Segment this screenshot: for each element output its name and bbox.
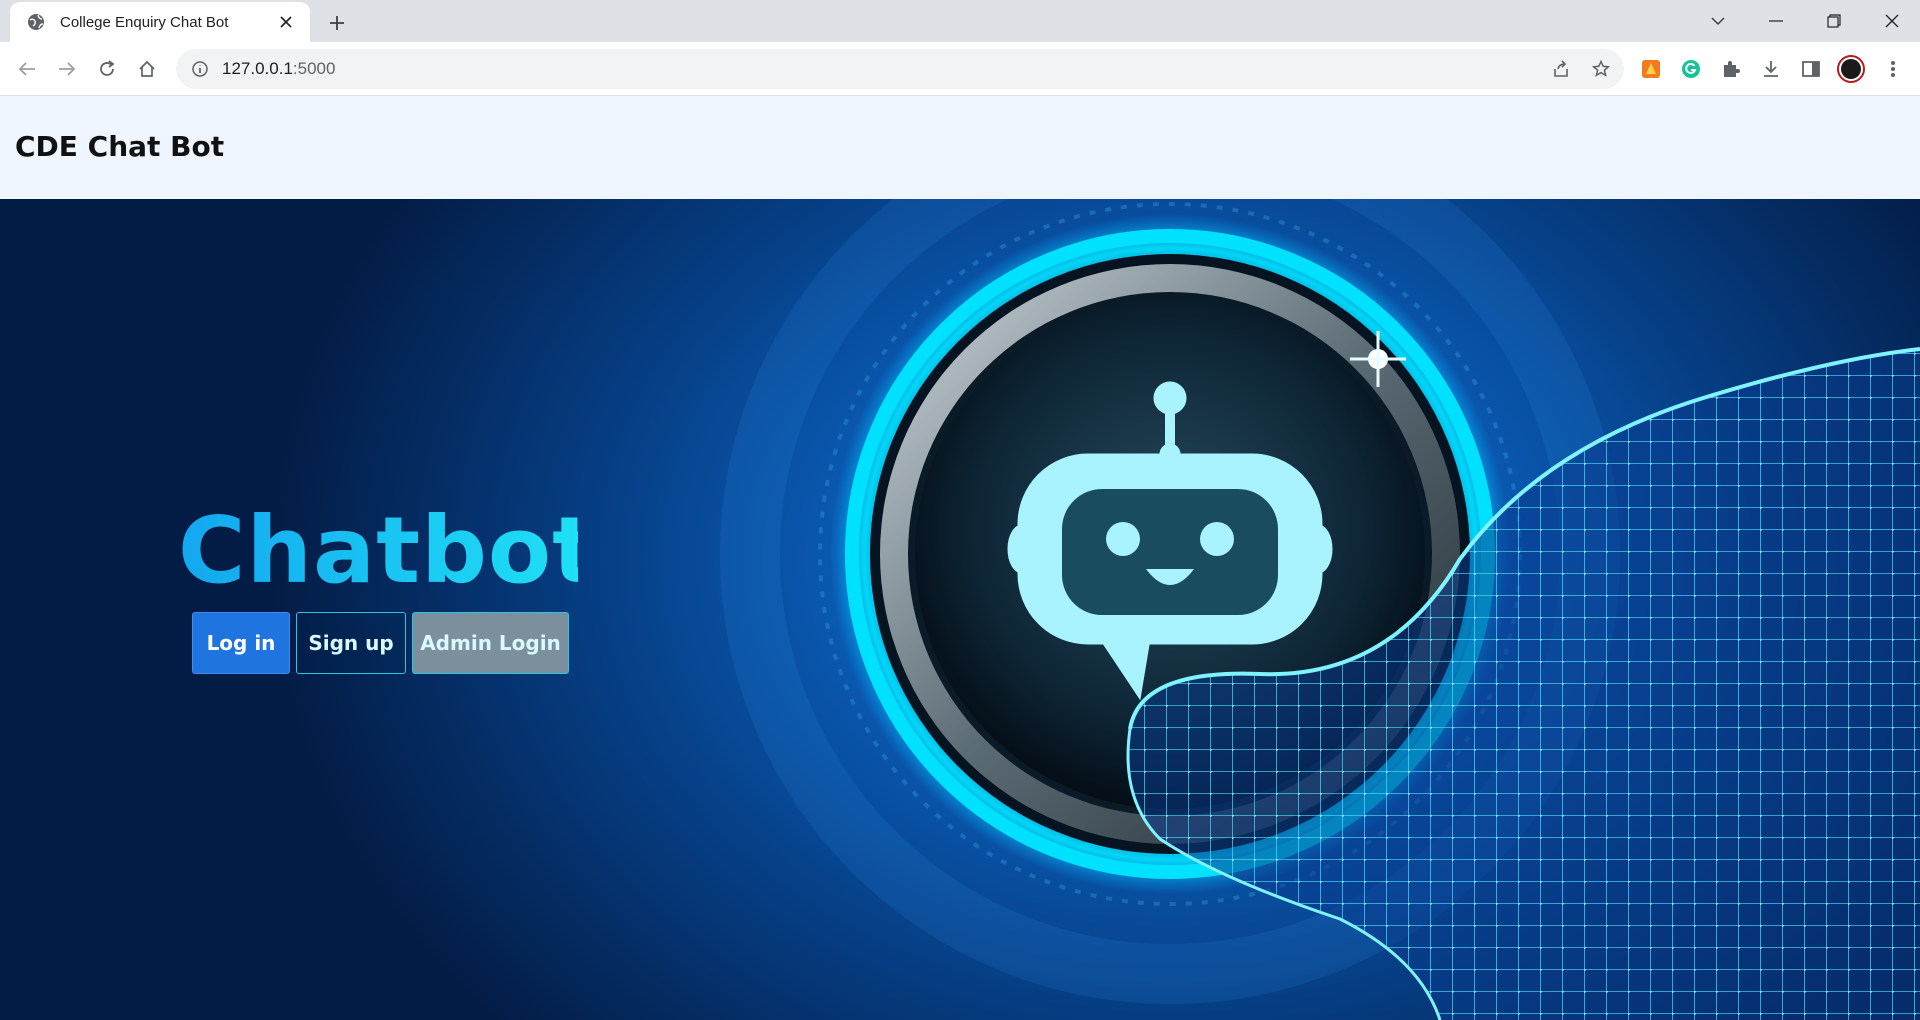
browser-tab[interactable]: College Enquiry Chat Bot	[10, 2, 310, 42]
web-page: CDE Chat Bot Chatbot Log in Sign up Admi…	[0, 96, 1920, 1020]
back-icon[interactable]	[12, 54, 42, 84]
hero-section: Chatbot Log in Sign up Admin Login	[0, 199, 1920, 1020]
restore-icon[interactable]	[1814, 0, 1854, 42]
new-tab-icon[interactable]	[322, 8, 352, 38]
login-button[interactable]: Log in	[192, 612, 290, 674]
tab-strip: College Enquiry Chat Bot	[0, 0, 1920, 42]
pdf-extension-icon[interactable]	[1636, 54, 1666, 84]
grammarly-icon[interactable]	[1676, 54, 1706, 84]
chatbot-illustration	[720, 199, 1920, 1020]
site-brand[interactable]: CDE Chat Bot	[15, 130, 224, 163]
globe-icon	[26, 12, 46, 32]
profile-avatar[interactable]	[1836, 54, 1866, 84]
url-port: :5000	[292, 59, 336, 78]
admin-login-button[interactable]: Admin Login	[412, 612, 569, 674]
address-bar[interactable]: 127.0.0.1:5000	[176, 49, 1624, 89]
bookmark-star-icon[interactable]	[1586, 54, 1616, 84]
tab-title: College Enquiry Chat Bot	[60, 13, 229, 31]
forward-icon[interactable]	[52, 54, 82, 84]
hero-title: Chatbot	[178, 497, 598, 604]
home-icon[interactable]	[132, 54, 162, 84]
url-host: 127.0.0.1	[222, 59, 293, 78]
tab-search-icon[interactable]	[1698, 0, 1738, 42]
site-header: CDE Chat Bot	[0, 96, 1920, 199]
side-panel-icon[interactable]	[1796, 54, 1826, 84]
extensions-puzzle-icon[interactable]	[1716, 54, 1746, 84]
minimize-icon[interactable]	[1756, 0, 1796, 42]
site-info-icon[interactable]	[190, 59, 210, 79]
reload-icon[interactable]	[92, 54, 122, 84]
signup-button[interactable]: Sign up	[296, 612, 406, 674]
close-tab-icon[interactable]	[274, 10, 298, 34]
download-icon[interactable]	[1756, 54, 1786, 84]
browser-toolbar: 127.0.0.1:5000	[0, 42, 1920, 96]
close-window-icon[interactable]	[1872, 0, 1912, 42]
url-text: 127.0.0.1:5000	[222, 59, 335, 79]
menu-kebab-icon[interactable]	[1878, 54, 1908, 84]
share-icon[interactable]	[1546, 54, 1576, 84]
